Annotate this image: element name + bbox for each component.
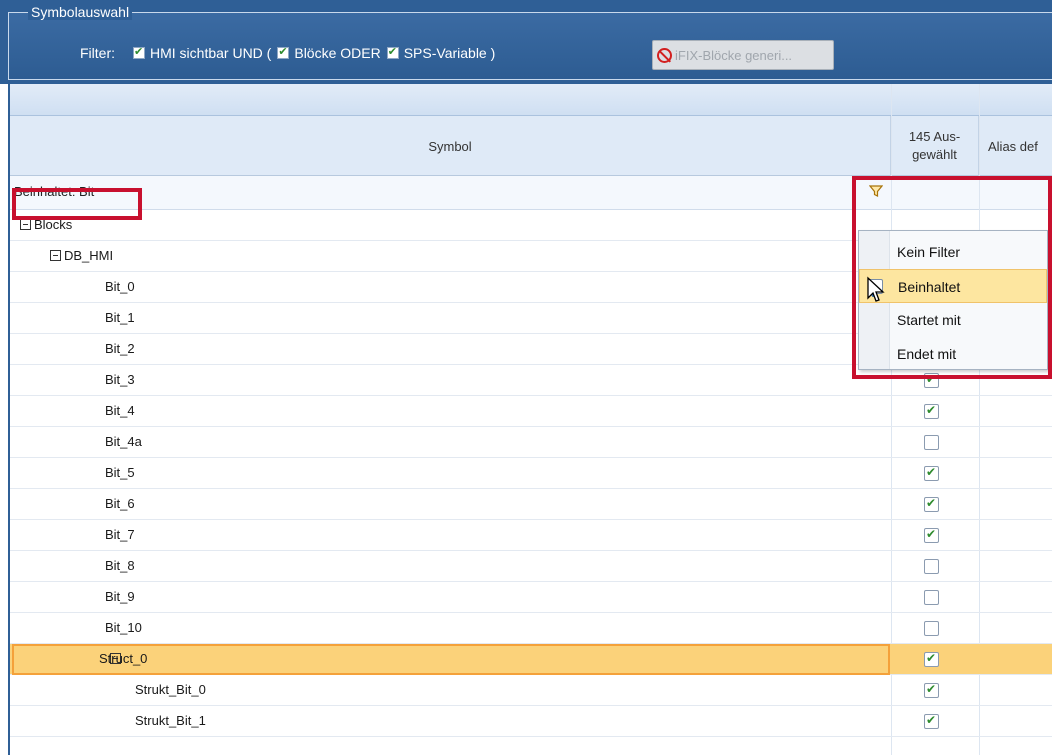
symbol-name: Bit_6 — [105, 496, 135, 511]
symbol-name: Strukt_Bit_1 — [135, 713, 206, 728]
symbol-name: Strukt_Bit_0 — [135, 682, 206, 697]
group-by-band — [10, 84, 1052, 116]
selected-checkbox[interactable] — [924, 465, 939, 481]
generate-ifix-blocks-label: iFIX-Blöcke generi... — [675, 47, 793, 63]
group-title: Symbolauswahl — [28, 4, 133, 20]
hmi-visible-label: HMI sichtbar UND ( — [150, 45, 272, 61]
hmi-visible-checkbox[interactable] — [133, 45, 145, 59]
filter-label: Filter: — [80, 45, 115, 61]
selected-checkbox[interactable] — [924, 651, 939, 667]
symbol-name: Bit_2 — [105, 341, 135, 356]
symbol-name: Bit_7 — [105, 527, 135, 542]
sps-variable-checkbox[interactable] — [386, 45, 399, 59]
selected-checkbox[interactable] — [924, 403, 939, 419]
blocks-checkbox[interactable] — [277, 45, 290, 59]
selected-checkbox[interactable] — [924, 559, 939, 574]
filter-row: Filter: HMI sichtbar UND ( Blöcke ODER S… — [80, 40, 501, 66]
arrow-cursor-icon — [867, 276, 885, 302]
column-header-alias[interactable]: Alias def — [979, 116, 1052, 176]
collapse-icon[interactable] — [20, 219, 31, 230]
blocks-label: Blöcke ODER — [294, 45, 381, 61]
symbol-name: Bit_3 — [105, 372, 135, 387]
symbol-name: Bit_9 — [105, 589, 135, 604]
selected-checkbox[interactable] — [924, 713, 939, 729]
table-row[interactable]: Struct_0 — [10, 644, 1052, 675]
selected-checkbox[interactable] — [924, 496, 939, 512]
symbol-name: Bit_4 — [105, 403, 135, 418]
generate-ifix-blocks-button[interactable]: iFIX-Blöcke generi... — [652, 40, 834, 70]
table-row[interactable]: Strukt_Bit_1 — [10, 706, 1052, 737]
table-row[interactable]: Bit_6 — [10, 489, 1052, 520]
column-header-selected[interactable]: 145 Aus- gewählt — [891, 116, 979, 176]
symbol-name: Bit_0 — [105, 279, 135, 294]
selected-checkbox[interactable] — [924, 590, 939, 605]
selected-checkbox[interactable] — [924, 682, 939, 698]
collapse-icon[interactable] — [50, 250, 61, 261]
no-entry-icon — [657, 47, 672, 63]
selected-checkbox[interactable] — [924, 435, 939, 450]
table-row[interactable]: Bit_5 — [10, 458, 1052, 489]
symbol-name: Bit_4a — [105, 434, 142, 449]
symbol-name: Bit_5 — [105, 465, 135, 480]
highlight-filter-text — [12, 188, 142, 220]
symbol-name: DB_HMI — [64, 248, 114, 263]
table-row[interactable]: Strukt_Bit_0 — [10, 675, 1052, 706]
table-row[interactable]: Bit_9 — [10, 582, 1052, 613]
selected-checkbox[interactable] — [924, 621, 939, 636]
symbol-name: Bit_8 — [105, 558, 135, 573]
sps-variable-label: SPS-Variable ) — [403, 45, 496, 61]
table-row[interactable]: Bit_7 — [10, 520, 1052, 551]
table-row[interactable]: Bit_8 — [10, 551, 1052, 582]
symbol-selection-group: Symbolauswahl Filter: HMI sichtbar UND (… — [0, 0, 1052, 84]
table-row[interactable]: Bit_4 — [10, 396, 1052, 427]
column-header-symbol[interactable]: Symbol — [10, 116, 891, 176]
selected-checkbox[interactable] — [924, 527, 939, 543]
symbol-name: Bit_10 — [105, 620, 142, 635]
table-row[interactable]: Bit_4a — [10, 427, 1052, 458]
table-row[interactable]: Bit_10 — [10, 613, 1052, 644]
symbol-name: Bit_1 — [105, 310, 135, 325]
column-header-row: Symbol 145 Aus- gewählt Alias def — [10, 116, 1052, 176]
symbol-name: Struct_0 — [99, 651, 148, 666]
